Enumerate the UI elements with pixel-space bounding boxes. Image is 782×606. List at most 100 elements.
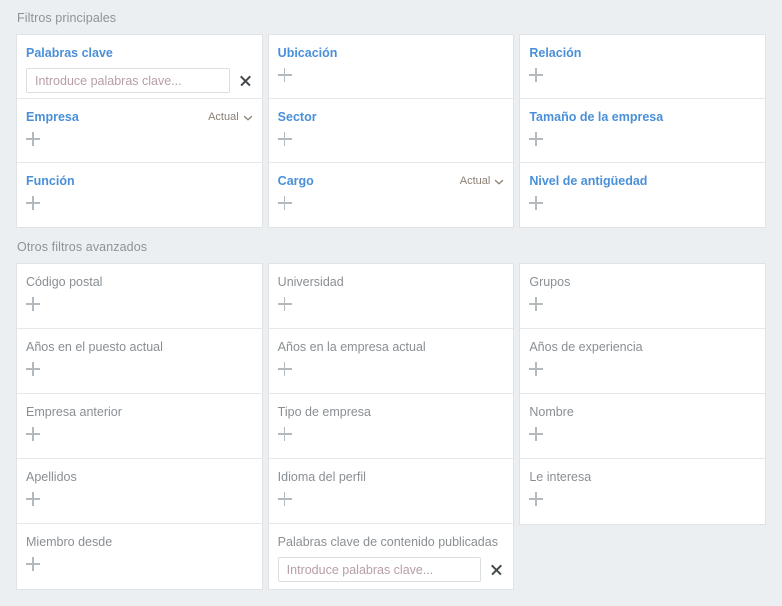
card-header: Código postal <box>26 274 253 290</box>
advanced-column-2: Universidad Años en la empresa actual Ti… <box>267 263 515 590</box>
add-filter-icon[interactable] <box>26 196 40 210</box>
scope-label: Actual <box>208 111 239 123</box>
close-icon[interactable] <box>489 562 504 577</box>
filter-card-cargo[interactable]: Cargo Actual <box>269 163 514 227</box>
close-icon[interactable] <box>238 73 253 88</box>
primary-column-3: Relación Tamaño de la empresa Nivel de a… <box>519 34 767 228</box>
filter-label: Grupos <box>529 275 571 289</box>
advanced-column-1: Código postal Años en el puesto actual E… <box>16 263 263 590</box>
section-title-primary: Filtros principales <box>17 11 117 25</box>
chevron-down-icon <box>494 177 504 187</box>
card-header: Tipo de empresa <box>278 404 505 420</box>
scope-label: Actual <box>459 175 491 187</box>
filter-card-tipo-de-empresa[interactable]: Tipo de empresa <box>268 394 514 459</box>
add-filter-icon[interactable] <box>529 427 544 441</box>
filter-label: Le interesa <box>529 470 592 484</box>
filter-card-anos-de-experiencia[interactable]: Años de experiencia <box>520 329 766 394</box>
filter-label: Código postal <box>26 275 103 289</box>
keyword-input-row <box>26 68 253 93</box>
add-filter-icon[interactable] <box>277 132 292 146</box>
card-header: Tamaño de la empresa <box>529 109 756 125</box>
add-filter-icon[interactable] <box>277 297 292 311</box>
filter-label: Nivel de antigüedad <box>529 174 648 188</box>
advanced-column-3: Grupos Años de experiencia Nombre Le int… <box>519 263 767 525</box>
add-filter-icon[interactable] <box>529 362 544 376</box>
filter-card-sector[interactable]: Sector <box>268 99 514 163</box>
card-header: Universidad <box>278 274 505 290</box>
card-header: Nombre <box>529 404 756 420</box>
filter-label: Palabras clave <box>26 46 113 60</box>
filter-label: Sector <box>277 110 317 124</box>
content-keyword-search-input[interactable] <box>277 557 482 582</box>
filter-label: Cargo <box>277 174 314 188</box>
filter-card-palabras-clave[interactable]: Palabras clave <box>17 35 262 99</box>
filter-card-grupos[interactable]: Grupos <box>520 264 766 329</box>
add-filter-icon[interactable] <box>26 297 40 311</box>
add-filter-icon[interactable] <box>529 492 544 506</box>
card-header: Cargo Actual <box>278 173 505 189</box>
filter-label: Idioma del perfil <box>277 470 366 484</box>
add-filter-icon[interactable] <box>277 427 292 441</box>
card-header: Empresa anterior <box>26 404 253 420</box>
filter-label: Empresa <box>26 110 79 124</box>
filter-label: Miembro desde <box>26 535 113 549</box>
filter-card-empresa-anterior[interactable]: Empresa anterior <box>17 394 262 459</box>
filter-label: Años de experiencia <box>529 340 643 354</box>
filter-card-empresa[interactable]: Empresa Actual <box>17 99 262 163</box>
add-filter-icon[interactable] <box>26 132 40 146</box>
add-filter-icon[interactable] <box>277 68 292 82</box>
add-filter-icon[interactable] <box>277 492 292 506</box>
add-filter-icon[interactable] <box>26 557 40 571</box>
filter-label: Ubicación <box>277 46 338 60</box>
filter-card-apellidos[interactable]: Apellidos <box>17 459 262 524</box>
primary-column-2: Ubicación Sector Cargo Actual <box>267 34 515 228</box>
add-filter-icon[interactable] <box>529 132 544 146</box>
filter-card-anos-puesto-actual[interactable]: Años en el puesto actual <box>17 329 262 394</box>
card-header: Función <box>26 173 253 189</box>
card-header: Idioma del perfil <box>278 469 505 485</box>
card-header: Sector <box>278 109 505 125</box>
add-filter-icon[interactable] <box>26 362 40 376</box>
filter-card-codigo-postal[interactable]: Código postal <box>17 264 262 329</box>
primary-column-1: Palabras clave Empresa Actual <box>16 34 263 228</box>
add-filter-icon[interactable] <box>277 196 292 210</box>
card-header: Empresa Actual <box>26 109 253 125</box>
filter-label: Años en el puesto actual <box>26 340 163 354</box>
add-filter-icon[interactable] <box>529 68 544 82</box>
filter-label: Relación <box>529 46 582 60</box>
add-filter-icon[interactable] <box>529 297 544 311</box>
card-header: Relación <box>529 45 756 61</box>
add-filter-icon[interactable] <box>26 427 40 441</box>
filter-label: Función <box>26 174 75 188</box>
card-header: Palabras clave de contenido publicadas <box>278 534 505 550</box>
card-header: Años en la empresa actual <box>278 339 505 355</box>
keyword-search-input[interactable] <box>26 68 230 93</box>
card-header: Palabras clave <box>26 45 253 61</box>
filters-page: Filtros principales Palabras clave Empre… <box>0 0 782 606</box>
filter-card-anos-empresa-actual[interactable]: Años en la empresa actual <box>268 329 514 394</box>
card-header: Años en el puesto actual <box>26 339 253 355</box>
card-header: Años de experiencia <box>529 339 756 355</box>
primary-filters-grid: Palabras clave Empresa Actual <box>16 34 767 228</box>
filter-card-nombre[interactable]: Nombre <box>520 394 766 459</box>
filter-card-tamano-empresa[interactable]: Tamaño de la empresa <box>520 99 766 163</box>
card-header: Le interesa <box>529 469 756 485</box>
section-title-advanced: Otros filtros avanzados <box>17 240 148 254</box>
filter-card-relacion[interactable]: Relación <box>520 35 766 99</box>
filter-label: Nombre <box>529 405 574 419</box>
filter-card-idioma-del-perfil[interactable]: Idioma del perfil <box>268 459 514 524</box>
filter-card-le-interesa[interactable]: Le interesa <box>520 459 765 524</box>
filter-card-universidad[interactable]: Universidad <box>268 264 514 329</box>
add-filter-icon[interactable] <box>529 196 544 210</box>
add-filter-icon[interactable] <box>277 362 292 376</box>
scope-selector-cargo[interactable]: Actual <box>460 173 505 189</box>
filter-card-nivel-antiguedad[interactable]: Nivel de antigüedad <box>520 163 765 227</box>
scope-selector-empresa[interactable]: Actual <box>208 109 253 125</box>
filter-label: Apellidos <box>26 470 77 484</box>
filter-card-ubicacion[interactable]: Ubicación <box>268 35 514 99</box>
filter-card-miembro-desde[interactable]: Miembro desde <box>17 524 262 589</box>
add-filter-icon[interactable] <box>26 492 40 506</box>
filter-card-funcion[interactable]: Función <box>17 163 262 227</box>
chevron-down-icon <box>243 113 253 123</box>
filter-card-palabras-clave-contenido[interactable]: Palabras clave de contenido publicadas <box>269 524 514 589</box>
